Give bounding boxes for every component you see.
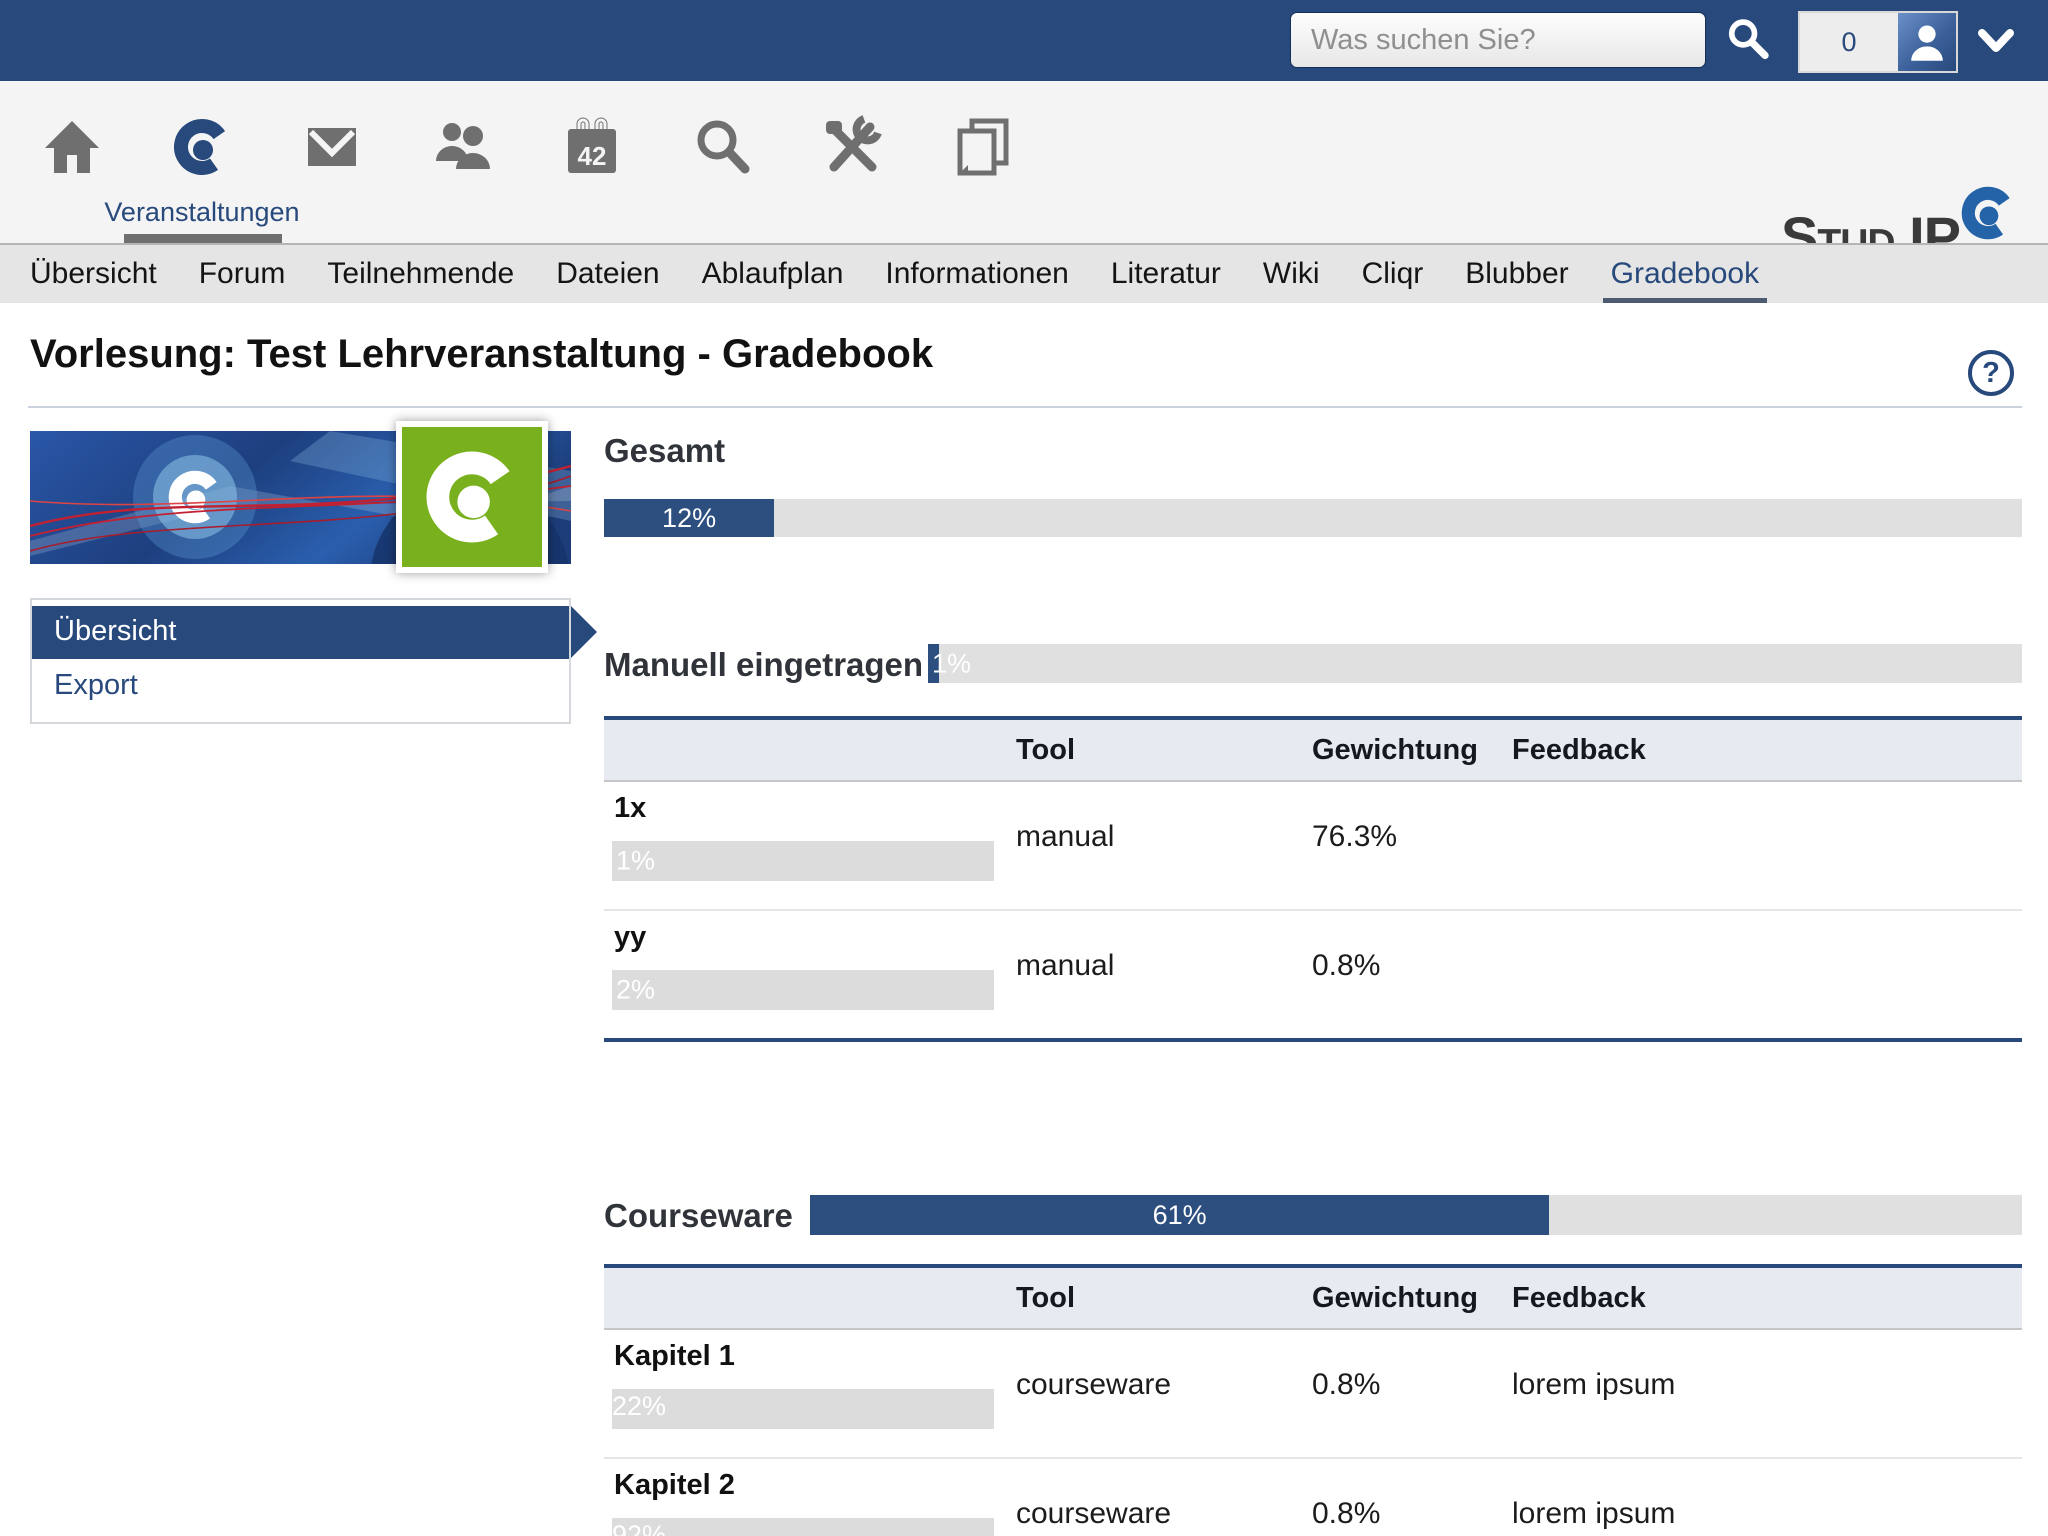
courseware-table-header: Tool Gewichtung Feedback xyxy=(604,1268,2022,1330)
table-row: 1x 1% manual 76.3% xyxy=(604,782,2022,909)
tab-informationen[interactable]: Informationen xyxy=(885,245,1068,303)
nav-active-label[interactable]: Veranstaltungen xyxy=(96,197,308,228)
main-navigation: 42 Veranstaltungen Stud.IP xyxy=(0,81,2048,243)
table-row: Kapitel 2 92% courseware 0.8% lorem ipsu… xyxy=(604,1459,2022,1536)
row-name: Kapitel 2 xyxy=(604,1469,1016,1502)
row-progress-value: 2% xyxy=(616,975,655,1006)
row-weight: 0.8% xyxy=(1312,949,1512,983)
row-progressbar: 92% xyxy=(612,1518,994,1536)
courseware-section-progress-value: 61% xyxy=(1153,1200,1207,1231)
tab-uebersicht[interactable]: Übersicht xyxy=(30,245,157,303)
tab-cliqr[interactable]: Cliqr xyxy=(1362,245,1424,303)
course-tabbar: Übersicht Forum Teilnehmende Dateien Abl… xyxy=(0,243,2048,303)
col-gewichtung: Gewichtung xyxy=(1312,734,1512,767)
manual-table: Tool Gewichtung Feedback 1x 1% manual 76… xyxy=(604,716,2022,1042)
overall-progressbar: 12% xyxy=(604,499,2022,537)
tab-blubber[interactable]: Blubber xyxy=(1465,245,1568,303)
row-name: Kapitel 1 xyxy=(604,1340,1016,1373)
tab-gradebook[interactable]: Gradebook xyxy=(1611,245,1759,303)
row-progress-value: 92% xyxy=(612,1520,666,1536)
page-title: Vorlesung: Test Lehrveranstaltung - Grad… xyxy=(30,332,933,377)
manual-section-progress-value: 1% xyxy=(932,648,971,679)
col-gewichtung: Gewichtung xyxy=(1312,1282,1512,1315)
table-row: yy 2% manual 0.8% xyxy=(604,911,2022,1038)
search-input[interactable] xyxy=(1290,12,1706,68)
community-icon[interactable] xyxy=(430,115,494,179)
schedule-icon[interactable]: 42 xyxy=(560,115,624,179)
chevron-down-icon[interactable] xyxy=(1976,28,2016,56)
tab-wiki[interactable]: Wiki xyxy=(1263,245,1320,303)
row-tool: manual xyxy=(1016,949,1312,983)
tab-dateien[interactable]: Dateien xyxy=(556,245,659,303)
overall-progress-value: 12% xyxy=(662,503,716,534)
title-divider xyxy=(28,406,2022,408)
row-name: 1x xyxy=(604,792,1016,825)
row-feedback: lorem ipsum xyxy=(1512,1497,2022,1531)
row-progress-value: 1% xyxy=(616,846,655,877)
col-tool: Tool xyxy=(1016,1282,1312,1315)
courseware-section-progressbar: 61% xyxy=(810,1195,2022,1235)
row-tool: manual xyxy=(1016,820,1312,854)
course-avatar xyxy=(396,421,548,573)
tab-teilnehmende[interactable]: Teilnehmende xyxy=(327,245,514,303)
manual-table-header: Tool Gewichtung Feedback xyxy=(604,720,2022,782)
row-name: yy xyxy=(604,921,1016,954)
notification-counter[interactable]: 0 xyxy=(1800,13,1898,71)
courseware-section-heading: Courseware xyxy=(604,1197,793,1235)
row-tool: courseware xyxy=(1016,1368,1312,1402)
row-tool: courseware xyxy=(1016,1497,1312,1531)
row-progressbar: 1% xyxy=(612,841,994,881)
tab-forum[interactable]: Forum xyxy=(199,245,286,303)
col-feedback: Feedback xyxy=(1512,1282,2022,1315)
mail-icon[interactable] xyxy=(300,115,364,179)
table-row: Kapitel 1 22% courseware 0.8% lorem ipsu… xyxy=(604,1330,2022,1457)
sidebar-menu: Übersicht Export xyxy=(30,598,571,724)
search-submit-icon[interactable] xyxy=(1722,14,1774,66)
user-widget[interactable]: 0 xyxy=(1798,11,1958,73)
manual-section-heading: Manuell eingetragen xyxy=(604,646,923,684)
logo-swirl-icon xyxy=(1958,183,2018,243)
topbar: 0 xyxy=(0,0,2048,81)
avatar[interactable] xyxy=(1898,13,1956,71)
user-icon xyxy=(1904,19,1950,65)
global-search[interactable] xyxy=(1290,12,1706,68)
row-progressbar: 2% xyxy=(612,970,994,1010)
clipboard-icon[interactable] xyxy=(950,115,1014,179)
sidebar-item-export[interactable]: Export xyxy=(32,659,569,712)
row-progressbar: 22% xyxy=(612,1389,994,1429)
home-icon[interactable] xyxy=(40,115,104,179)
svg-text:42: 42 xyxy=(578,141,607,171)
manual-section-progressbar: 1% xyxy=(928,644,2022,683)
row-weight: 0.8% xyxy=(1312,1368,1512,1402)
tools-icon[interactable] xyxy=(820,115,884,179)
row-progress-value: 22% xyxy=(612,1391,666,1421)
nav-active-underline xyxy=(124,234,282,243)
help-icon[interactable]: ? xyxy=(1968,350,2014,396)
tab-ablaufplan[interactable]: Ablaufplan xyxy=(702,245,844,303)
courseware-table: Tool Gewichtung Feedback Kapitel 1 22% c… xyxy=(604,1264,2022,1536)
studip-gradebook-page: 0 xyxy=(0,0,2048,1536)
tab-literatur[interactable]: Literatur xyxy=(1111,245,1221,303)
sidebar-item-uebersicht[interactable]: Übersicht xyxy=(32,606,569,659)
col-feedback: Feedback xyxy=(1512,734,2022,767)
row-feedback: lorem ipsum xyxy=(1512,1368,2022,1402)
row-weight: 0.8% xyxy=(1312,1497,1512,1531)
row-weight: 76.3% xyxy=(1312,820,1512,854)
overall-heading: Gesamt xyxy=(604,432,725,470)
search-icon[interactable] xyxy=(690,115,754,179)
col-tool: Tool xyxy=(1016,734,1312,767)
courses-swirl-icon[interactable] xyxy=(170,115,234,179)
